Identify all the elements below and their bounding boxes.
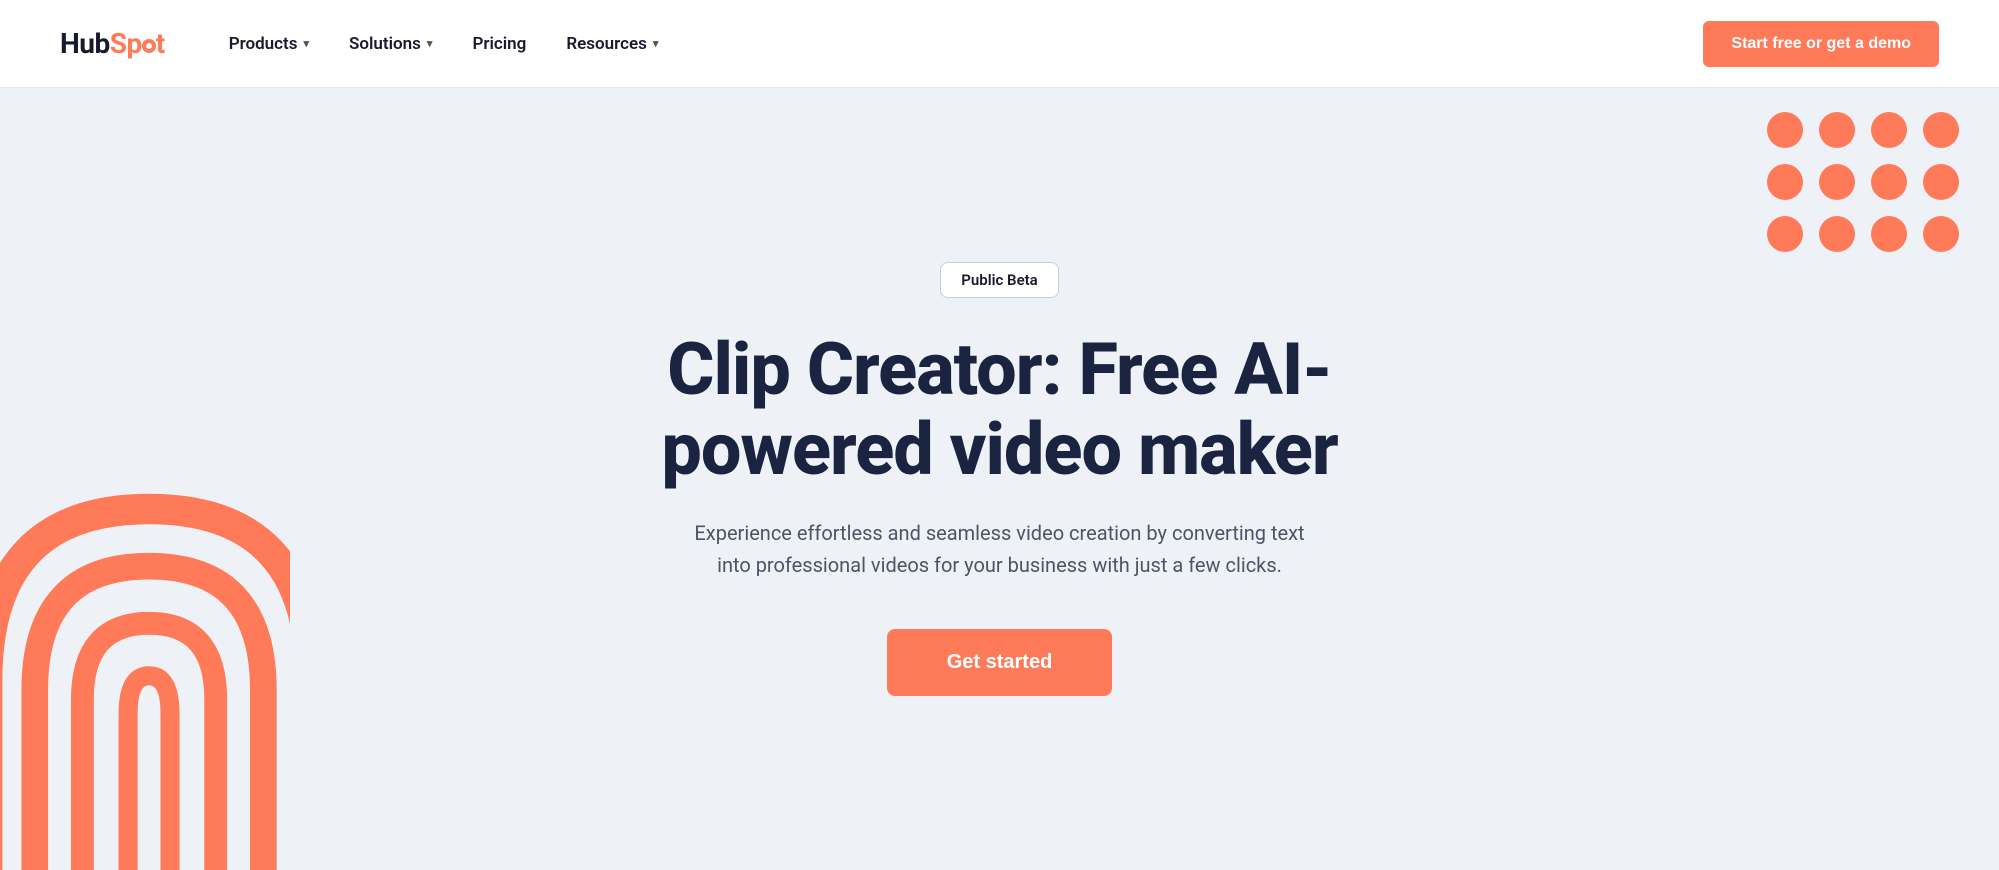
navbar: HubSp t Products ▾ Solutions ▾ Pricing R… [0, 0, 1999, 88]
start-free-button[interactable]: Start free or get a demo [1703, 21, 1939, 67]
dot [1819, 164, 1855, 200]
dots-decoration [1767, 112, 1959, 252]
hero-title: Clip Creator: Free AI-powered video make… [640, 330, 1360, 488]
hero-section: Public Beta Clip Creator: Free AI-powere… [0, 88, 1999, 870]
nav-resources[interactable]: Resources ▾ [550, 24, 674, 64]
dot [1923, 112, 1959, 148]
dot [1923, 216, 1959, 252]
dot [1819, 112, 1855, 148]
logo-text: HubSp t [60, 27, 165, 60]
hero-content: Public Beta Clip Creator: Free AI-powere… [640, 262, 1360, 695]
dot [1871, 164, 1907, 200]
hero-subtitle: Experience effortless and seamless video… [690, 517, 1310, 581]
chevron-down-icon: ▾ [303, 37, 309, 50]
dot [1923, 164, 1959, 200]
chevron-down-icon: ▾ [427, 37, 433, 50]
dot [1871, 216, 1907, 252]
dot [1767, 164, 1803, 200]
nav-solutions[interactable]: Solutions ▾ [333, 24, 448, 64]
arch-decoration [0, 490, 290, 870]
dot [1819, 216, 1855, 252]
nav-pricing[interactable]: Pricing [456, 24, 542, 64]
dot [1871, 112, 1907, 148]
public-beta-badge: Public Beta [940, 262, 1058, 298]
nav-links: Products ▾ Solutions ▾ Pricing Resources… [213, 24, 1704, 64]
dot [1767, 216, 1803, 252]
get-started-button[interactable]: Get started [887, 629, 1113, 696]
logo[interactable]: HubSp t [60, 27, 165, 60]
nav-products[interactable]: Products ▾ [213, 24, 325, 64]
chevron-down-icon: ▾ [653, 37, 659, 50]
dot [1767, 112, 1803, 148]
